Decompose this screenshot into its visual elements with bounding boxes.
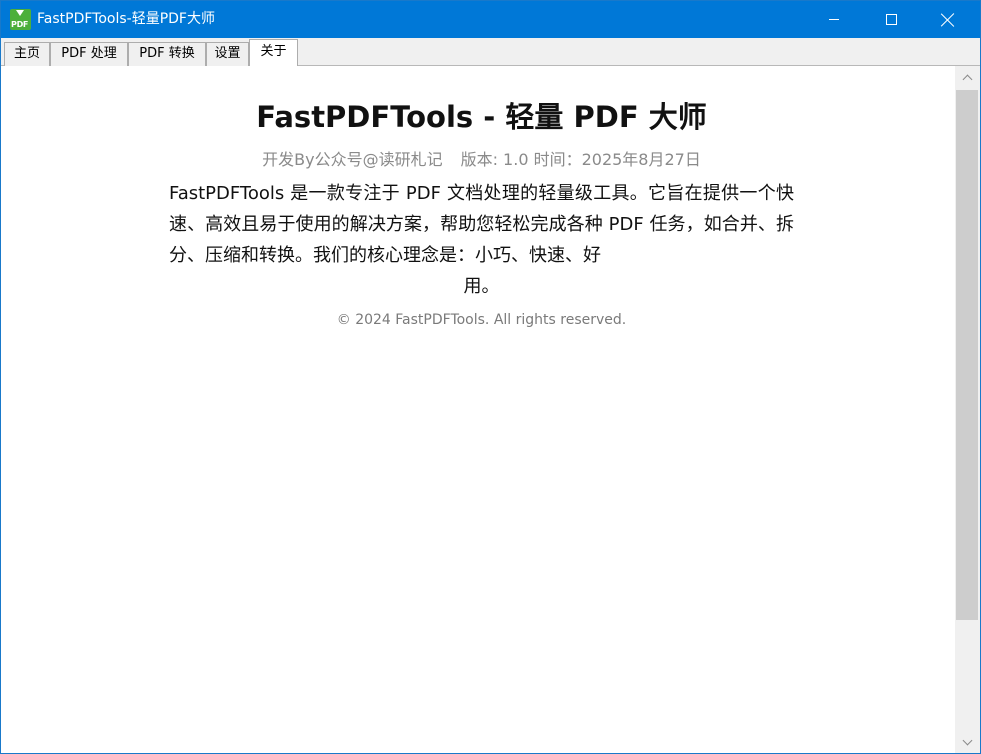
minimize-icon bbox=[829, 19, 839, 20]
minimize-button[interactable] bbox=[811, 1, 857, 38]
close-icon bbox=[941, 13, 955, 27]
window-title: FastPDFTools-轻量PDF大师 bbox=[37, 11, 215, 27]
about-panel: FastPDFTools - 轻量 PDF 大师 开发By公众号@读研札记 版本:… bbox=[1, 66, 955, 753]
tab-home[interactable]: 主页 bbox=[4, 42, 50, 66]
description-text: FastPDFTools 是一款专注于 PDF 文档处理的轻量级工具。它旨在提供… bbox=[169, 183, 794, 266]
vertical-scrollbar[interactable] bbox=[955, 66, 980, 753]
tab-strip: 主页 PDF 处理 PDF 转换 设置 关于 bbox=[1, 38, 980, 66]
tab-pdf-process[interactable]: PDF 处理 bbox=[50, 42, 128, 66]
chevron-down-icon bbox=[962, 735, 973, 745]
copyright-notice: © 2024 FastPDFTools. All rights reserved… bbox=[336, 312, 627, 328]
developer-version-line: 开发By公众号@读研札记 版本: 1.0 时间：2025年8月27日 bbox=[1, 146, 962, 170]
maximize-icon bbox=[885, 14, 897, 25]
description-text-end: 用。 bbox=[463, 276, 500, 297]
chevron-up-icon bbox=[962, 74, 973, 84]
scroll-down-button[interactable] bbox=[955, 731, 980, 753]
app-window: PDF FastPDFTools-轻量PDF大师 主页 PDF 处理 PDF 转… bbox=[0, 0, 981, 754]
tab-about[interactable]: 关于 bbox=[249, 39, 298, 66]
developer-credit: 开发By公众号@读研札记 bbox=[262, 150, 443, 169]
app-logo-icon: PDF bbox=[10, 9, 31, 30]
scroll-up-button[interactable] bbox=[955, 66, 980, 88]
app-description: FastPDFTools 是一款专注于 PDF 文档处理的轻量级工具。它旨在提供… bbox=[169, 178, 794, 302]
tab-pdf-convert[interactable]: PDF 转换 bbox=[128, 42, 206, 66]
version-info: 版本: 1.0 时间：2025年8月27日 bbox=[460, 150, 701, 169]
scrollbar-thumb[interactable] bbox=[956, 90, 978, 620]
close-button[interactable] bbox=[925, 1, 971, 38]
title-bar[interactable]: PDF FastPDFTools-轻量PDF大师 bbox=[1, 1, 980, 38]
page-title: FastPDFTools - 轻量 PDF 大师 bbox=[256, 100, 707, 134]
tab-settings[interactable]: 设置 bbox=[206, 42, 249, 66]
maximize-button[interactable] bbox=[868, 1, 914, 38]
